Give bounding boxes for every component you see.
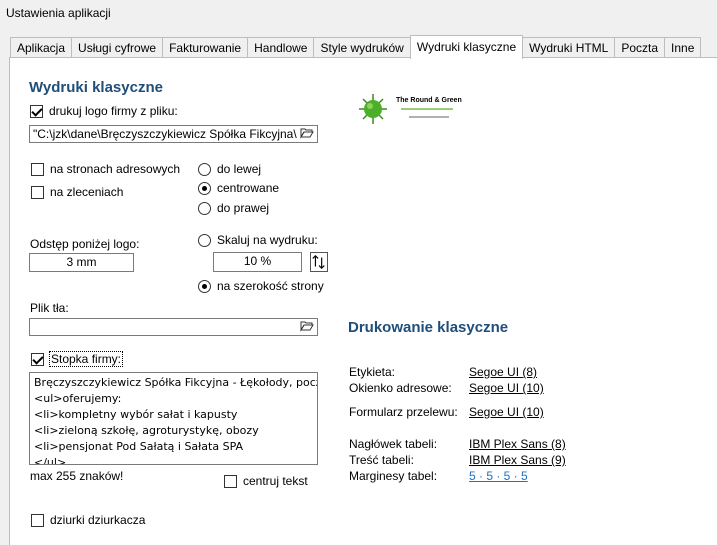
footer-option[interactable]: Stopka firmy: (31, 351, 124, 367)
font-label-naglowek: Nagłówek tabeli: (349, 437, 438, 451)
full-width-label: na szerokość strony (217, 279, 324, 293)
section-heading-wydruki: Wydruki klasyczne (29, 79, 163, 96)
on-address-pages-option[interactable]: na stronach adresowych (31, 162, 180, 176)
font-label-formularz: Formularz przelewu: (349, 405, 458, 419)
tab-wydruki-klasyczne[interactable]: Wydruki klasyczne (409, 35, 524, 59)
section-heading-drukowanie: Drukowanie klasyczne (348, 319, 509, 336)
footer-checkbox[interactable] (31, 352, 44, 366)
scale-input[interactable]: 10 % (213, 252, 302, 272)
align-left-label: do lewej (217, 162, 262, 176)
center-text-checkbox[interactable] (224, 474, 237, 488)
align-left-radio[interactable] (198, 162, 211, 176)
align-center-option[interactable]: centrowane (198, 181, 279, 195)
spacing-input[interactable]: 3 mm (29, 253, 134, 272)
center-text-label: centruj tekst (243, 474, 308, 488)
scale-radio[interactable] (198, 233, 211, 247)
tab-handlowe[interactable]: Handlowe (247, 37, 315, 58)
align-center-radio[interactable] (198, 181, 211, 195)
tab-fakturowanie[interactable]: Fakturowanie (162, 37, 249, 58)
font-label-okienko: Okienko adresowe: (349, 381, 452, 395)
on-address-pages-label: na stronach adresowych (50, 162, 181, 176)
font-link-formularz[interactable]: Segoe UI (10) (469, 405, 544, 419)
max-chars-note: max 255 znaków! (30, 469, 124, 483)
font-link-okienko[interactable]: Segoe UI (10) (469, 381, 544, 395)
scale-option[interactable]: Skaluj na wydruku: (198, 233, 318, 247)
align-left-option[interactable]: do lewej (198, 162, 261, 176)
font-label-etykieta: Etykieta: (349, 365, 396, 379)
on-address-pages-checkbox[interactable] (31, 162, 44, 176)
logo-path-field[interactable]: "C:\jzk\dane\Bręczyszczykiewicz Spółka F… (29, 125, 318, 143)
punch-holes-label: dziurki dziurkacza (50, 513, 146, 527)
punch-holes-option[interactable]: dziurki dziurkacza (31, 513, 145, 527)
tab-poczta[interactable]: Poczta (614, 37, 666, 58)
align-center-label: centrowane (217, 181, 280, 195)
background-file-label: Plik tła: (30, 301, 69, 315)
print-logo-label: drukuj logo firmy z pliku: (49, 104, 178, 118)
folder-open-icon[interactable] (300, 127, 314, 139)
margins-link[interactable]: 5 · 5 · 5 · 5 (469, 469, 528, 483)
align-right-radio[interactable] (198, 201, 211, 215)
spacing-label: Odstęp poniżej logo: (30, 237, 140, 251)
footer-textarea[interactable]: Bręczyszczykiewicz Spółka Fikcyjna - Łęk… (29, 372, 318, 465)
font-label-tresc: Treść tabeli: (349, 453, 414, 467)
font-link-tresc[interactable]: IBM Plex Sans (9) (469, 453, 566, 467)
font-link-etykieta[interactable]: Segoe UI (8) (469, 365, 537, 379)
window-title: Ustawienia aplikacji (6, 6, 111, 20)
logo-brand-text: The Round & Green (396, 97, 462, 104)
align-right-label: do prawej (217, 201, 270, 215)
background-file-field[interactable] (29, 318, 318, 336)
full-width-option[interactable]: na szerokość strony (198, 279, 324, 293)
footer-label: Stopka firmy: (48, 351, 124, 367)
tab-aplikacja[interactable]: Aplikacja (10, 37, 73, 58)
on-orders-option[interactable]: na zleceniach (31, 185, 123, 199)
virus-logo-icon (359, 94, 387, 124)
print-logo-option[interactable]: drukuj logo firmy z pliku: (30, 104, 178, 118)
align-right-option[interactable]: do prawej (198, 201, 269, 215)
tab-style-wydrukow[interactable]: Style wydruków (313, 37, 411, 58)
center-text-option[interactable]: centruj tekst (224, 474, 308, 488)
scale-spin-icon[interactable] (310, 252, 328, 272)
on-orders-label: na zleceniach (50, 185, 124, 199)
logo-tagline-line (409, 116, 449, 118)
full-width-radio[interactable] (198, 279, 211, 293)
print-logo-checkbox[interactable] (30, 104, 43, 118)
on-orders-checkbox[interactable] (31, 185, 44, 199)
scale-label: Skaluj na wydruku: (217, 233, 318, 247)
tab-inne[interactable]: Inne (664, 37, 702, 58)
punch-holes-checkbox[interactable] (31, 513, 44, 527)
tab-bar: Aplikacja Usługi cyfrowe Fakturowanie Ha… (10, 35, 702, 59)
font-link-naglowek[interactable]: IBM Plex Sans (8) (469, 437, 566, 451)
margins-label: Marginesy tabel: (349, 469, 438, 483)
tab-uslugi-cyfrowe[interactable]: Usługi cyfrowe (71, 37, 164, 58)
tab-wydruki-html[interactable]: Wydruki HTML (522, 37, 616, 58)
logo-preview: The Round & Green (357, 92, 477, 128)
logo-tagline-line (401, 108, 453, 110)
folder-open-icon[interactable] (300, 320, 314, 332)
logo-path-value: "C:\jzk\dane\Bręczyszczykiewicz Spółka F… (33, 127, 297, 141)
